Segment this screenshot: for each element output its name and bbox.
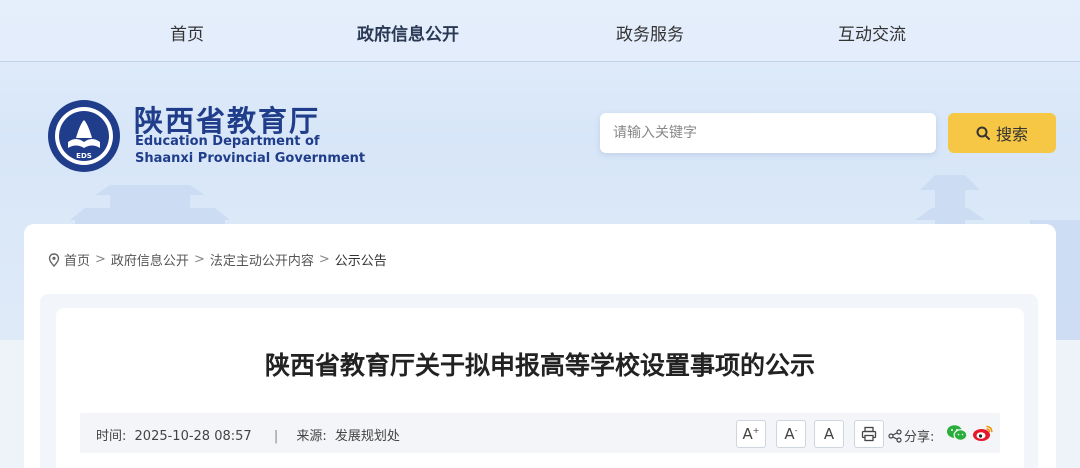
logo-title-en-line2: Shaanxi Provincial Government <box>135 151 366 166</box>
font-decrease-button[interactable]: A- <box>776 420 806 448</box>
breadcrumb-separator: > <box>318 252 330 267</box>
search-button-label: 搜索 <box>995 125 1028 144</box>
breadcrumb-home[interactable]: 首页 <box>64 250 90 269</box>
time-value: 2025-10-28 08:57 <box>134 429 252 444</box>
search-button[interactable]: 搜索 <box>948 113 1056 153</box>
font-increase-label: A <box>742 425 753 443</box>
share-label: 分享: <box>904 430 935 445</box>
breadcrumb: 首页 > 政府信息公开 > 法定主动公开内容 > 公示公告 <box>48 250 387 269</box>
site-logo[interactable]: EDS 陕西省教育厅 Education Department of Shaan… <box>46 98 366 174</box>
breadcrumb-gov-info[interactable]: 政府信息公开 <box>111 250 189 269</box>
breadcrumb-mandatory-disclosure[interactable]: 法定主动公开内容 <box>210 250 314 269</box>
font-reset-label: A <box>823 425 835 443</box>
search-input[interactable] <box>600 113 936 153</box>
article-title: 陕西省教育厅关于拟申报高等学校设置事项的公示 <box>264 351 815 380</box>
minus-icon: - <box>794 425 798 435</box>
logo-title-en-line1: Education Department of <box>135 134 320 149</box>
weibo-icon[interactable] <box>972 424 994 442</box>
location-pin-icon <box>48 252 60 267</box>
wechat-icon[interactable] <box>946 424 968 442</box>
top-navigation: 首页 政府信息公开 政务服务 互动交流 <box>0 0 1080 62</box>
share-section: 分享: <box>888 426 934 445</box>
font-decrease-label: A <box>784 425 795 443</box>
nav-item-interaction[interactable]: 互动交流 <box>838 20 906 45</box>
search-icon <box>976 126 990 140</box>
print-button[interactable] <box>854 420 884 448</box>
source-label: 来源: <box>296 429 327 444</box>
nav-item-gov-info[interactable]: 政府信息公开 <box>357 20 459 45</box>
font-reset-button[interactable]: A <box>814 420 844 448</box>
time-label: 时间: <box>96 429 127 444</box>
share-icon <box>888 428 902 443</box>
nav-item-gov-services[interactable]: 政务服务 <box>616 20 684 45</box>
breadcrumb-announcements[interactable]: 公示公告 <box>335 250 387 269</box>
plus-icon: + <box>752 425 760 435</box>
meta-divider: | <box>273 429 279 444</box>
breadcrumb-separator: > <box>193 252 205 267</box>
svg-text:EDS: EDS <box>76 152 92 160</box>
article-meta-bar: 时间: 2025-10-28 08:57 | 来源: 发展规划处 A + A- A… <box>80 413 1000 453</box>
article-meta-info: 时间: 2025-10-28 08:57 | 来源: 发展规划处 <box>96 425 404 444</box>
printer-icon <box>861 426 877 442</box>
department-emblem-icon: EDS <box>48 100 120 172</box>
source-value: 发展规划处 <box>334 429 400 444</box>
nav-item-home[interactable]: 首页 <box>170 20 204 45</box>
font-increase-button[interactable]: A + <box>736 420 766 448</box>
breadcrumb-separator: > <box>95 252 106 267</box>
